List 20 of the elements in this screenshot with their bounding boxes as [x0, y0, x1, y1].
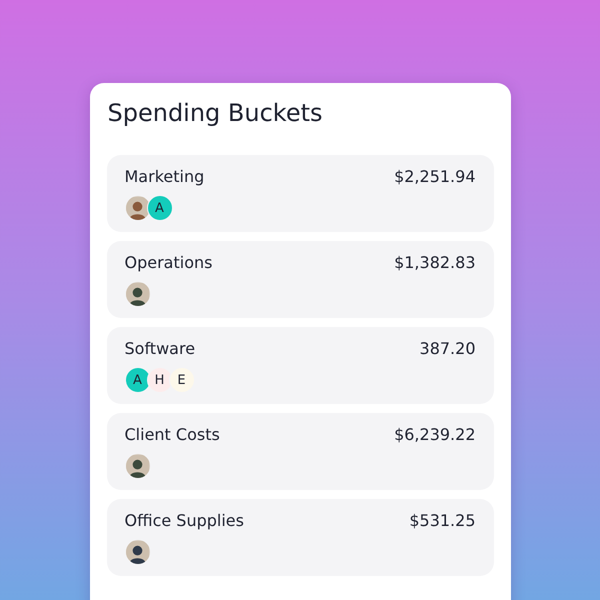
avatar: A	[146, 195, 172, 221]
bucket-name: Client Costs	[124, 425, 220, 444]
bucket-name: Marketing	[124, 167, 204, 186]
avatar: E	[168, 367, 194, 393]
bucket-row[interactable]: Client Costs $6,239.22	[106, 413, 494, 490]
bucket-name: Office Supplies	[124, 511, 244, 530]
bucket-amount: $1,382.83	[394, 253, 476, 272]
bucket-row[interactable]: Operations $1,382.83	[106, 241, 494, 318]
bucket-amount: $531.25	[409, 511, 476, 530]
bucket-amount: $2,251.94	[394, 167, 476, 186]
bucket-amount: 387.20	[420, 339, 476, 358]
bucket-row[interactable]: Software 387.20 A H E	[106, 327, 494, 404]
avatar: H	[146, 367, 172, 393]
bucket-row[interactable]: Marketing $2,251.94 A	[106, 155, 494, 232]
bucket-name: Software	[124, 339, 196, 358]
bucket-amount: $6,239.22	[394, 425, 476, 444]
avatar: A	[124, 367, 150, 393]
bucket-row[interactable]: Office Supplies $531.25	[106, 499, 494, 576]
card-title: Spending Buckets	[108, 98, 324, 127]
bucket-name: Operations	[124, 253, 212, 272]
